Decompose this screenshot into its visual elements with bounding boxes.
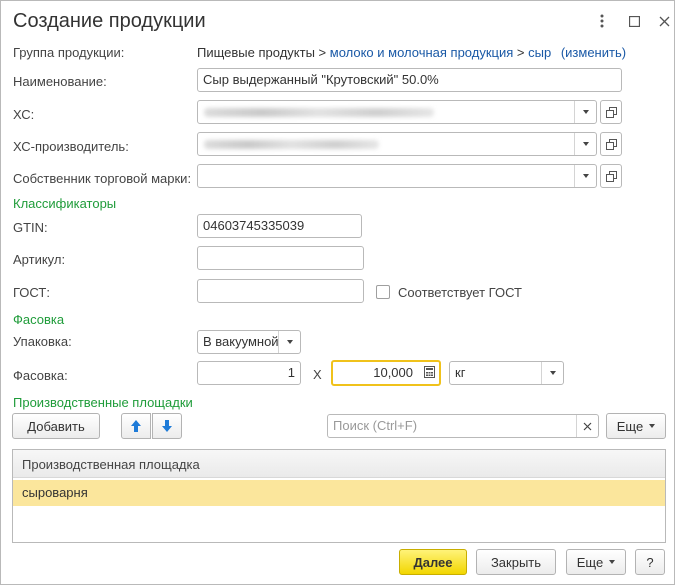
arrow-up-icon [131, 420, 141, 432]
sites-more-button[interactable]: Еще [606, 413, 666, 439]
sites-search-input[interactable]: Поиск (Ctrl+F) [327, 414, 599, 438]
sites-section-title: Производственные площадки [13, 395, 193, 410]
trademark-owner-open-button[interactable] [600, 164, 622, 188]
unit-select[interactable]: кг [449, 361, 564, 385]
hs-producer-label: ХС-производитель: [13, 139, 129, 154]
maximize-icon[interactable] [623, 9, 645, 33]
gtin-label: GTIN: [13, 220, 48, 235]
group-path-separator: > [516, 45, 525, 60]
search-placeholder: Поиск (Ctrl+F) [333, 418, 418, 433]
move-down-button[interactable] [152, 413, 182, 439]
close-icon[interactable] [653, 9, 675, 33]
name-label: Наименование: [13, 74, 107, 89]
package-dropdown-button[interactable] [278, 331, 300, 353]
table-row[interactable]: сыроварня [13, 480, 665, 506]
footer-more-label: Еще [576, 554, 604, 570]
name-input[interactable]: Сыр выдержанный "Крутовский" 50.0% [197, 68, 622, 92]
group-path: Пищевые продукты > молоко и молочная про… [197, 45, 626, 60]
gost-match-label: Соответствует ГОСТ [398, 285, 522, 300]
footer-more-button[interactable]: Еще [566, 549, 626, 575]
change-group-link[interactable]: (изменить) [561, 45, 626, 60]
close-button[interactable]: Закрыть [476, 549, 556, 575]
amount-input[interactable]: 10,000 [331, 360, 441, 386]
hs-value-redacted [204, 108, 434, 117]
chevron-down-icon [286, 340, 293, 344]
dialog-window: Создание продукции Группа продукции: Пищ… [0, 0, 675, 585]
gost-match-checkbox[interactable] [376, 285, 390, 299]
hs-producer-dropdown-button[interactable] [574, 133, 596, 155]
move-up-button[interactable] [121, 413, 151, 439]
trademark-owner-dropdown-button[interactable] [574, 165, 596, 187]
article-label: Артикул: [13, 252, 66, 267]
packing-section-title: Фасовка [13, 312, 65, 327]
chevron-down-icon [582, 174, 589, 178]
arrow-down-icon [162, 420, 172, 432]
group-label: Группа продукции: [13, 45, 125, 60]
chevron-down-icon [549, 371, 556, 375]
gost-label: ГОСТ: [13, 285, 50, 300]
hs-label: ХС: [13, 107, 35, 122]
group-path-root: Пищевые продукты > [197, 45, 327, 60]
classifiers-section-title: Классификаторы [13, 196, 117, 211]
hs-open-button[interactable] [600, 100, 622, 124]
packing-label: Фасовка: [13, 368, 68, 383]
sites-table: Производственная площадка сыроварня [12, 449, 666, 543]
sites-column-header[interactable]: Производственная площадка [13, 450, 665, 478]
amount-value: 10,000 [373, 365, 413, 380]
chevron-down-icon [582, 110, 589, 114]
gtin-input[interactable]: 04603745335039 [197, 214, 362, 238]
gost-input[interactable] [197, 279, 364, 303]
add-site-button[interactable]: Добавить [12, 413, 100, 439]
window-title: Создание продукции [13, 10, 206, 32]
unit-value: кг [455, 365, 466, 380]
help-button[interactable]: ? [635, 549, 665, 575]
quantity-input[interactable]: 1 [197, 361, 301, 385]
chevron-down-icon [609, 560, 616, 564]
calculator-icon[interactable] [424, 366, 435, 381]
hs-producer-open-button[interactable] [600, 132, 622, 156]
hs-producer-value-redacted [204, 140, 379, 149]
clear-icon [583, 422, 592, 430]
clear-search-button[interactable] [576, 415, 598, 437]
more-actions-icon[interactable] [591, 9, 613, 33]
chevron-down-icon [582, 142, 589, 146]
chevron-down-icon [649, 424, 656, 428]
package-select[interactable]: В вакуумной [197, 330, 301, 354]
hs-producer-select[interactable] [197, 132, 597, 156]
next-button[interactable]: Далее [399, 549, 467, 575]
hs-select[interactable] [197, 100, 597, 124]
multiply-sign: X [313, 367, 322, 382]
hs-dropdown-button[interactable] [574, 101, 596, 123]
sites-more-label: Еще [616, 418, 644, 434]
group-link-dairy[interactable]: молоко и молочная продукция [330, 45, 514, 60]
group-link-cheese[interactable]: сыр [528, 45, 551, 60]
trademark-owner-label: Собственник торговой марки: [13, 171, 192, 186]
unit-dropdown-button[interactable] [541, 362, 563, 384]
package-value: В вакуумной [203, 334, 279, 349]
article-input[interactable] [197, 246, 364, 270]
trademark-owner-select[interactable] [197, 164, 597, 188]
package-label: Упаковка: [13, 334, 72, 349]
